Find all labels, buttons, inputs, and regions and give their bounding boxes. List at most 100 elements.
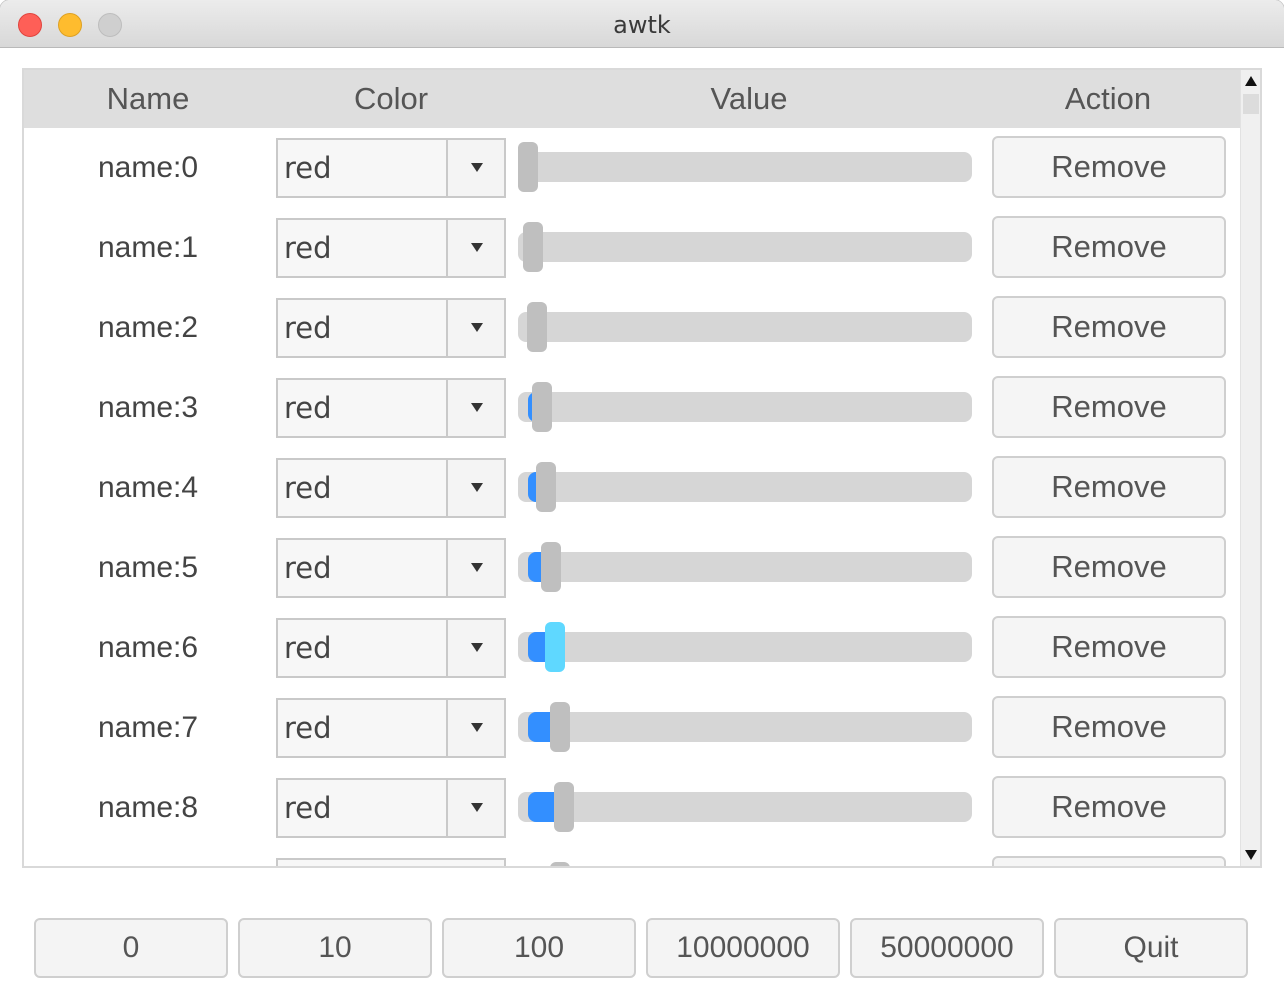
color-combobox[interactable] [276,858,506,866]
row-name-label: name:6 [97,631,199,664]
table-row: name:0 red Remove [24,128,1240,208]
window-title: awtk [613,11,671,39]
vertical-scrollbar[interactable] [1240,70,1260,866]
grid-panel: Name Color Value Action name:0 red Remove n… [22,68,1262,868]
value-slider[interactable] [518,142,972,192]
color-combobox-value: red [284,551,332,585]
row-name-label: name:0 [97,151,199,184]
color-combobox[interactable]: red [276,138,506,198]
zero-button[interactable]: 0 [34,918,228,978]
color-combobox-value: red [284,231,332,265]
color-combobox[interactable]: red [276,218,506,278]
remove-button[interactable]: Remove [992,456,1226,518]
column-header-value: Value [710,81,788,116]
value-slider[interactable] [518,382,972,432]
slider-thumb[interactable] [518,142,538,192]
slider-thumb[interactable] [532,382,552,432]
dropdown-arrow-icon[interactable] [446,620,504,676]
color-combobox[interactable]: red [276,618,506,678]
row-name-label: name:3 [97,391,199,424]
value-slider[interactable] [518,782,972,832]
value-slider[interactable] [518,542,972,592]
scrollbar-thumb[interactable] [1243,94,1259,114]
color-combobox-value: red [284,151,332,185]
column-header-name: Name [106,81,190,116]
table-row: name:3 red Remove [24,368,1240,448]
table-row: name:7 red Remove [24,688,1240,768]
dropdown-arrow-icon[interactable] [446,220,504,276]
slider-thumb[interactable] [527,302,547,352]
dropdown-arrow-icon[interactable] [446,700,504,756]
slider-thumb[interactable] [536,462,556,512]
row-name-label: name:7 [97,711,199,744]
slider-track [518,632,972,662]
remove-button[interactable]: Remove [992,696,1226,758]
slider-thumb[interactable] [523,222,543,272]
slider-track [518,552,972,582]
hundred-button[interactable]: 100 [442,918,636,978]
dropdown-arrow-icon[interactable] [446,380,504,436]
table-row: name:4 red Remove [24,448,1240,528]
value-slider[interactable] [518,302,972,352]
table-row-partial [24,848,1240,866]
slider-thumb[interactable] [554,782,574,832]
value-slider[interactable] [518,702,972,752]
slider-thumb[interactable] [550,862,570,866]
color-combobox-value: red [284,711,332,745]
remove-button[interactable]: Remove [992,776,1226,838]
remove-button[interactable]: Remove [992,376,1226,438]
slider-track [518,312,972,342]
grid-header: Name Color Value Action [24,70,1240,128]
row-name-label: name:4 [97,471,199,504]
row-name-label: name:1 [97,231,199,264]
remove-button[interactable]: Remove [992,536,1226,598]
slider-thumb[interactable] [545,622,565,672]
slider-thumb[interactable] [550,702,570,752]
remove-button[interactable]: Remove [992,296,1226,358]
ten-button[interactable]: 10 [238,918,432,978]
scroll-down-arrow-icon[interactable] [1245,850,1257,860]
table-row: name:5 red Remove [24,528,1240,608]
dropdown-arrow-icon[interactable] [446,140,504,196]
color-combobox-value: red [284,391,332,425]
remove-button[interactable]: Remove [992,136,1226,198]
color-combobox[interactable]: red [276,458,506,518]
dropdown-arrow-icon[interactable] [446,540,504,596]
color-combobox[interactable]: red [276,378,506,438]
color-combobox[interactable]: red [276,298,506,358]
row-name-label: name:5 [97,551,199,584]
table-row: name:2 red Remove [24,288,1240,368]
color-combobox-value: red [284,471,332,505]
ten-million-button[interactable]: 10000000 [646,918,840,978]
value-slider[interactable] [518,222,972,272]
table-row: name:6 red Remove [24,608,1240,688]
slider-thumb[interactable] [541,542,561,592]
color-combobox[interactable]: red [276,538,506,598]
slider-track [518,712,972,742]
dropdown-arrow-icon[interactable] [446,460,504,516]
dropdown-arrow-icon[interactable] [446,780,504,836]
value-slider[interactable] [518,462,972,512]
title-bar: awtk [0,0,1284,48]
value-slider[interactable] [518,622,972,672]
table-row: name:1 red Remove [24,208,1240,288]
remove-button[interactable] [992,856,1226,866]
slider-track [518,232,972,262]
slider-track [518,792,972,822]
slider-track [518,472,972,502]
color-combobox-value: red [284,311,332,345]
row-name-label: name:2 [97,311,199,344]
slider-track [518,392,972,422]
color-combobox[interactable]: red [276,698,506,758]
dropdown-arrow-icon[interactable] [446,300,504,356]
color-combobox-value: red [284,791,332,825]
color-combobox[interactable]: red [276,778,506,838]
color-combobox-value: red [284,631,332,665]
scroll-up-arrow-icon[interactable] [1245,76,1257,86]
row-name-label: name:8 [97,791,199,824]
remove-button[interactable]: Remove [992,616,1226,678]
fifty-million-button[interactable]: 50000000 [850,918,1044,978]
quit-button[interactable]: Quit [1054,918,1248,978]
remove-button[interactable]: Remove [992,216,1226,278]
column-header-action: Action [1064,81,1152,116]
